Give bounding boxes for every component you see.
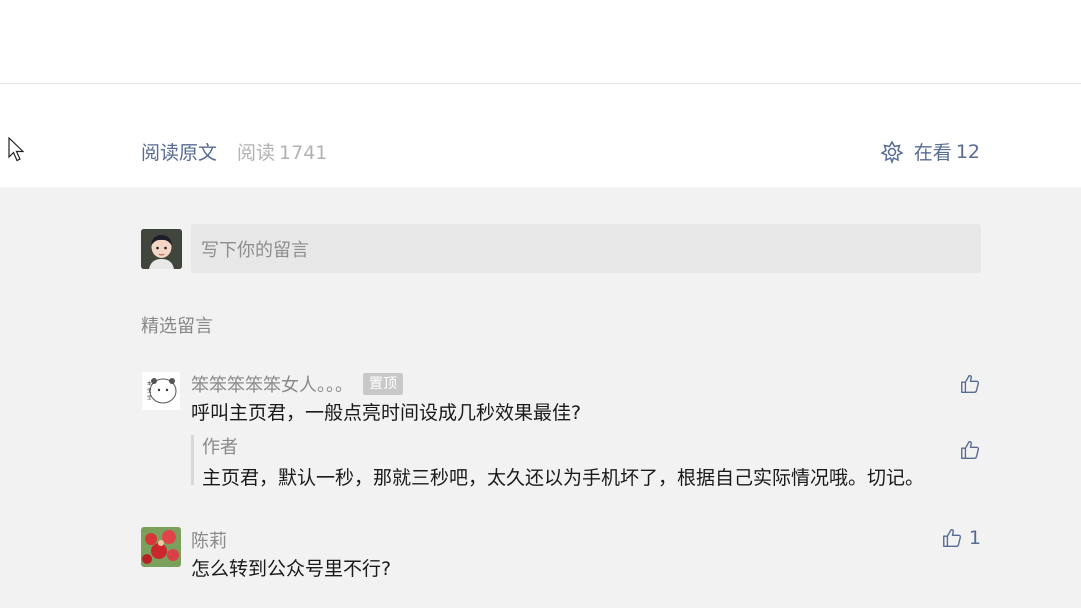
like-button[interactable] xyxy=(959,373,981,395)
read-label: 阅读 xyxy=(237,142,276,164)
comment-text: 呼叫主页君，一般点亮时间设成几秒效果最佳? xyxy=(191,402,582,424)
comment-nickname: 陈莉 xyxy=(191,527,227,553)
article-content-end xyxy=(0,0,1081,84)
author-reply: 作者 主页君，默认一秒，那就三秒吧，太久还以为手机坏了，根据自己实际情况哦。切记… xyxy=(191,435,981,489)
comment-nickname: 笨笨笨笨笨女人。。。 置顶 xyxy=(191,371,403,397)
looking-button[interactable]: 在看 12 xyxy=(880,138,980,165)
thumbs-up-icon xyxy=(961,440,980,459)
avatar xyxy=(141,527,181,567)
like-count: 1 xyxy=(968,527,981,549)
looking-label: 在看 xyxy=(913,142,952,164)
pinned-badge: 置顶 xyxy=(363,373,403,395)
mouse-cursor-icon xyxy=(8,137,25,162)
comment-input[interactable]: 写下你的留言 xyxy=(191,224,981,273)
svg-text:宝: 宝 xyxy=(147,387,152,394)
comment-item: 本 宝 宝 笨笨笨笨笨女人。。。 置顶 呼叫主页君，一般点亮时间设成几秒效果最佳… xyxy=(141,371,981,491)
article-meta-bar: 阅读原文 阅读 1741 在看 12 xyxy=(0,85,1081,187)
comment-text: 怎么转到公众号里不行? xyxy=(191,558,392,580)
my-avatar xyxy=(141,229,182,269)
like-button[interactable]: 1 xyxy=(941,527,981,549)
thumbs-up-icon xyxy=(942,528,961,547)
svg-text:宝: 宝 xyxy=(147,394,152,401)
reply-like-button[interactable] xyxy=(959,439,981,461)
avatar: 本 宝 宝 xyxy=(141,371,181,411)
comments-area: 写下你的留言 精选留言 本 宝 宝 笨笨笨笨笨女人。。。 置顶 呼叫主页君，一般… xyxy=(0,187,1081,608)
read-count-value: 1741 xyxy=(279,142,328,164)
comment-item: 陈莉 怎么转到公众号里不行? 1 xyxy=(141,527,981,587)
thumbs-up-icon xyxy=(961,374,980,393)
read-original-link[interactable]: 阅读原文 xyxy=(141,138,217,165)
read-count: 阅读 1741 xyxy=(237,138,327,165)
nickname-text: 陈莉 xyxy=(191,531,227,552)
section-title: 精选留言 xyxy=(141,316,213,337)
svg-text:本: 本 xyxy=(147,380,152,387)
looking-count: 12 xyxy=(955,140,980,163)
flower-icon xyxy=(880,139,904,164)
reply-author: 作者 xyxy=(202,437,238,458)
nickname-text: 笨笨笨笨笨女人。。。 xyxy=(191,375,353,396)
reply-text: 主页君，默认一秒，那就三秒吧，太久还以为手机坏了，根据自己实际情况哦。切记。 xyxy=(202,467,925,489)
